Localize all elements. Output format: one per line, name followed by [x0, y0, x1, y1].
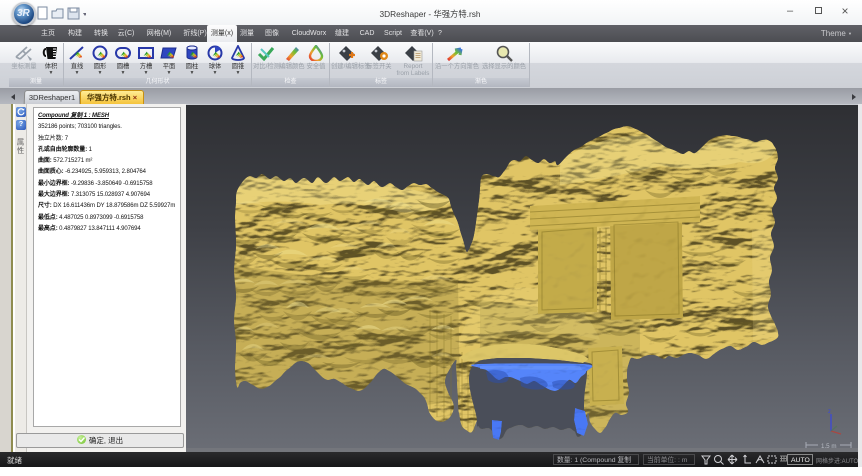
svg-text:z: z	[828, 409, 831, 415]
svg-text:1.5 m: 1.5 m	[821, 443, 836, 450]
